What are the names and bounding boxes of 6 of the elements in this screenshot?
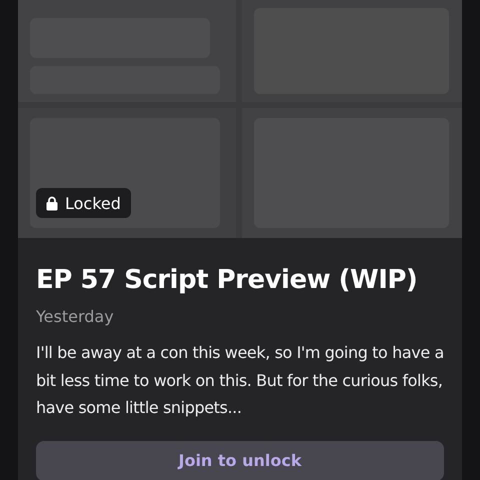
post-title: EP 57 Script Preview (WIP)	[36, 264, 418, 297]
post-date: Yesterday	[36, 306, 115, 328]
post-body: I'll be away at a con this week, so I'm going to have a bit less time to work on this. But for the curious folks, have some little snippets...	[36, 342, 444, 419]
badge-label: Locked	[65, 194, 121, 212]
join-button[interactable]: Join to unlock	[36, 440, 444, 480]
lock-icon	[46, 196, 58, 210]
